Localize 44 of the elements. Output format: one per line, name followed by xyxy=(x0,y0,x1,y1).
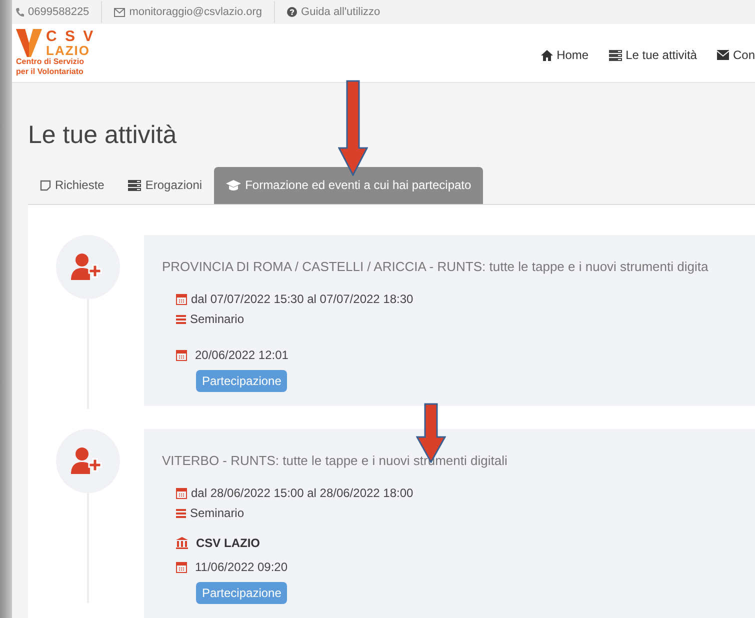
email-link[interactable]: monitoraggio@csvlazio.org xyxy=(129,4,262,20)
event-type: Seminario xyxy=(176,504,747,522)
menu-icon xyxy=(176,314,186,324)
menu-icon xyxy=(176,508,186,518)
event-period: dal 07/07/2022 15:30 al 07/07/2022 18:30 xyxy=(176,290,747,308)
registration-date: 11/06/2022 09:20 xyxy=(176,558,747,576)
registration-date: 20/06/2022 12:01 xyxy=(176,346,747,364)
calendar-icon xyxy=(176,293,187,305)
list-icon xyxy=(608,50,622,61)
nav-link[interactable]: Home xyxy=(540,46,589,64)
list-icon xyxy=(128,180,142,190)
tab[interactable]: Richieste xyxy=(28,166,116,204)
event-period: dal 28/06/2022 15:00 al 28/06/2022 18:00 xyxy=(176,484,747,502)
calendar-icon xyxy=(176,349,187,361)
logo-tagline: Centro di Servizio xyxy=(16,57,86,68)
status-badge: Partecipazione xyxy=(196,582,288,604)
tab[interactable]: Erogazioni xyxy=(116,166,214,204)
help-icon xyxy=(287,7,298,18)
calendar-icon xyxy=(176,561,187,573)
graduation-cap-icon xyxy=(226,180,242,190)
logo-tagline: per il Volontariato xyxy=(16,67,84,78)
add-user-icon xyxy=(71,252,105,280)
phone-number: 0699588225 xyxy=(28,4,90,20)
nav-link[interactable]: Con xyxy=(716,46,755,64)
guide-link[interactable]: Guida all'utilizzo xyxy=(301,4,380,20)
phone-icon xyxy=(16,8,24,17)
nav-link[interactable]: Le tue attività xyxy=(608,46,697,64)
logo-region: LAZIO xyxy=(46,44,91,58)
page-title: Le tue attività xyxy=(28,120,178,151)
event-type: Seminario xyxy=(176,310,747,328)
tab[interactable]: Formazione ed eventi a cui hai partecipato xyxy=(214,166,484,204)
calendar-icon xyxy=(176,487,187,499)
bank-icon xyxy=(176,537,188,549)
note-icon xyxy=(40,180,51,190)
add-user-icon xyxy=(71,446,105,474)
event-title: PROVINCIA DI ROMA / CASTELLI / ARICCIA - RUNTS: tutte le tappe e i nuovi strumenti digita xyxy=(162,258,710,276)
envelope-icon xyxy=(716,50,729,60)
logo-mark-icon xyxy=(16,29,42,58)
logo-name: C S V xyxy=(46,29,96,44)
event-title: VITERBO - RUNTS: tutte le tappe e i nuovi strumenti digitali xyxy=(162,452,508,470)
home-icon xyxy=(540,50,553,61)
envelope-icon xyxy=(114,8,126,17)
status-badge: Partecipazione xyxy=(196,370,288,392)
event-organizer: CSV LAZIO xyxy=(176,534,747,552)
